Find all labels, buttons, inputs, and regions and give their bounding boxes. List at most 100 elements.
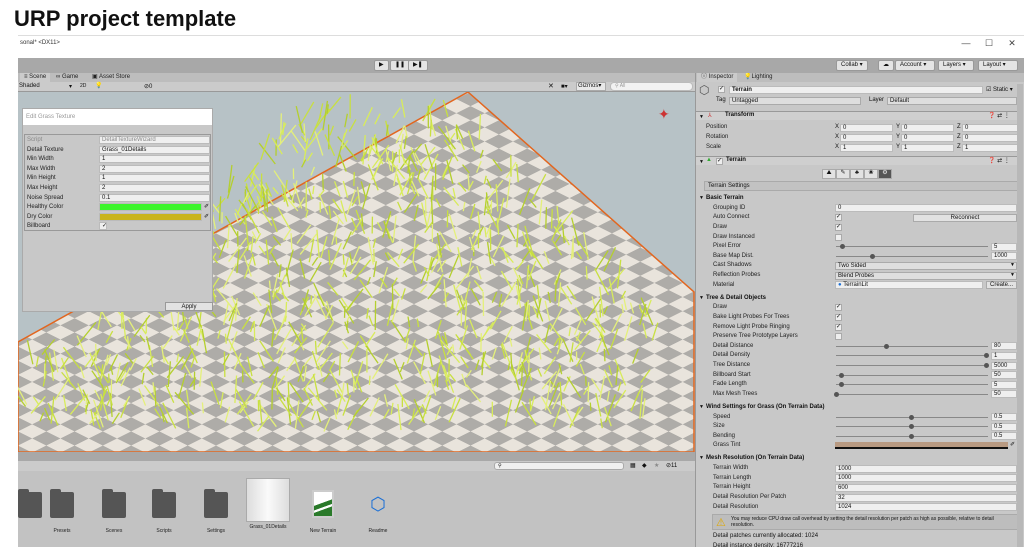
object-name-input[interactable]: Terrain — [729, 86, 983, 94]
number-field[interactable]: 32 — [835, 493, 1017, 502]
checkbox[interactable]: ✓ — [835, 214, 842, 222]
slider-knob[interactable] — [909, 414, 914, 420]
favorite-star-icon[interactable]: ★ — [654, 462, 659, 469]
checkbox[interactable]: ✓ — [835, 304, 842, 312]
slider-knob[interactable] — [870, 253, 875, 259]
tag-dropdown[interactable]: Untagged — [729, 97, 861, 105]
minimize-button[interactable]: — — [956, 38, 976, 48]
cloud-icon[interactable]: ☁ — [878, 60, 894, 71]
slider-track[interactable] — [836, 246, 988, 248]
hidden-objects-toggle[interactable]: ⊘0 — [144, 83, 152, 90]
layer-dropdown[interactable]: Default — [887, 97, 1017, 105]
transform-z-field[interactable]: 1 — [962, 143, 1022, 152]
slider-value-field[interactable]: 1 — [991, 351, 1017, 360]
paint-trees-tool-icon[interactable]: ♣ — [850, 168, 864, 179]
asset-item[interactable]: ⬡ Readme — [356, 492, 400, 534]
static-toggle[interactable]: ☑ Static ▾ — [986, 86, 1013, 93]
slider-value-field[interactable]: 0.5 — [991, 413, 1017, 422]
step-button[interactable]: ▶❚ — [408, 60, 428, 71]
material-object-field[interactable]: ● TerrainLit — [835, 281, 983, 290]
number-field[interactable]: 1000 — [835, 464, 1017, 473]
component-menu-icon[interactable]: ❓ ⇄ ⋮ — [988, 112, 1010, 119]
eyedropper-icon[interactable]: ✐ — [204, 213, 209, 222]
number-field[interactable]: 1 — [99, 174, 210, 183]
slider-value-field[interactable]: 80 — [991, 342, 1017, 351]
dry-color-swatch[interactable] — [99, 212, 202, 221]
slider-value-field[interactable]: 5 — [991, 242, 1017, 251]
camera-dropdown[interactable]: ■▾ — [561, 83, 568, 90]
paint-brush-tool-icon[interactable]: ✎ — [836, 168, 850, 179]
checkbox[interactable]: ✓ — [835, 314, 842, 321]
slider-knob[interactable] — [840, 244, 845, 250]
slider-knob[interactable] — [984, 353, 989, 359]
slider-value-field[interactable]: 1000 — [991, 252, 1017, 261]
tab-inspector[interactable]: ⓘ Inspector — [697, 73, 738, 82]
terrain-enabled-checkbox[interactable]: ✓ — [716, 158, 723, 165]
close-button[interactable]: ✕ — [1002, 38, 1022, 49]
maximize-button[interactable]: ☐ — [979, 38, 999, 49]
slider-value-field[interactable]: 0.5 — [991, 422, 1017, 431]
section-header[interactable]: ▼ Tree & Detail Objects — [696, 294, 1018, 303]
dropdown[interactable]: Two Sided — [835, 261, 1017, 270]
slider-track[interactable] — [836, 355, 988, 357]
hidden-packages-toggle[interactable]: ⊘11 — [666, 462, 677, 469]
terrain-header[interactable]: ▼ ▲ ✓ Terrain ❓ ⇄ ⋮ — [696, 156, 1018, 165]
project-search-input[interactable]: ⚲ — [494, 462, 624, 470]
slider-value-field[interactable]: 50 — [991, 371, 1017, 380]
slider-track[interactable] — [836, 393, 988, 395]
checkbox[interactable]: ✓ — [835, 323, 842, 331]
transform-z-field[interactable]: 0 — [962, 123, 1022, 132]
collab-button[interactable]: Collab ▾ — [836, 60, 868, 71]
slider-knob[interactable] — [883, 343, 889, 349]
tab-lighting[interactable]: 💡Lighting — [740, 73, 777, 82]
transform-y-field[interactable]: 0 — [901, 123, 954, 132]
transform-x-field[interactable]: 0 — [840, 133, 893, 142]
number-field[interactable]: 0 — [835, 204, 1017, 213]
transform-y-field[interactable]: 1 — [901, 143, 954, 152]
tab-scene[interactable]: ≡ Scene — [20, 73, 51, 82]
checkbox[interactable] — [835, 333, 842, 341]
slider-value-field[interactable]: 50 — [991, 390, 1017, 399]
folder-item[interactable]: Settings — [194, 489, 238, 534]
gizmos-dropdown[interactable]: Gizmos▾ — [576, 82, 606, 91]
number-field[interactable]: 600 — [835, 483, 1017, 492]
number-field[interactable]: 2 — [99, 164, 210, 173]
active-checkbox[interactable]: ✓ — [718, 86, 725, 93]
folder-item[interactable]: Presets — [40, 489, 84, 534]
2d-toggle[interactable]: 2D — [80, 83, 86, 89]
number-field[interactable]: 1 — [99, 155, 210, 164]
slider-knob[interactable] — [909, 433, 914, 439]
slider-knob[interactable] — [984, 363, 989, 368]
layers-dropdown[interactable]: Layers ▾ — [938, 60, 974, 71]
transform-x-field[interactable]: 0 — [840, 123, 893, 132]
slider-track[interactable] — [836, 365, 988, 366]
transform-x-field[interactable]: 1 — [840, 143, 893, 152]
reconnect-button[interactable]: Reconnect — [913, 213, 1017, 222]
section-header[interactable]: ▼ Mesh Resolution (On Terrain Data) — [696, 454, 1018, 463]
number-field[interactable]: 1024 — [835, 503, 1017, 512]
component-menu-icon[interactable]: ❓ ⇄ ⋮ — [988, 157, 1010, 164]
transform-y-field[interactable]: 0 — [901, 133, 954, 142]
checkbox[interactable] — [835, 233, 842, 241]
transform-header[interactable]: ▼ ⅄ Transform ❓ ⇄ ⋮ — [696, 111, 1018, 120]
label-icon[interactable]: ◆ — [642, 462, 647, 469]
shading-mode-dropdown[interactable]: Shaded ▾ — [19, 83, 74, 90]
transform-z-field[interactable]: 0 — [962, 133, 1022, 142]
slider-knob[interactable] — [838, 372, 844, 378]
eyedropper-icon[interactable]: ✐ — [1010, 441, 1015, 450]
dropdown[interactable]: Blend Probes — [835, 271, 1017, 280]
slider-track[interactable] — [836, 255, 988, 257]
play-button[interactable]: ▶ — [374, 60, 389, 71]
folder-item[interactable]: Scripts — [142, 489, 186, 534]
eyedropper-icon[interactable]: ✐ — [204, 203, 209, 212]
asset-item[interactable]: New Terrain — [301, 490, 345, 534]
grass-tint-swatch[interactable] — [835, 442, 1008, 450]
slider-value-field[interactable]: 5 — [991, 380, 1017, 389]
paint-details-tool-icon[interactable]: ❀ — [864, 168, 878, 179]
tools-icon[interactable]: ✕ — [548, 82, 554, 90]
tab-asset-store[interactable]: ▣ Asset Store — [88, 73, 134, 82]
slider-track[interactable] — [836, 384, 988, 386]
orientation-gizmo-icon[interactable]: ✦ — [658, 106, 670, 123]
slider-track[interactable] — [836, 345, 988, 347]
folder-item[interactable]: Scenes — [92, 489, 136, 534]
